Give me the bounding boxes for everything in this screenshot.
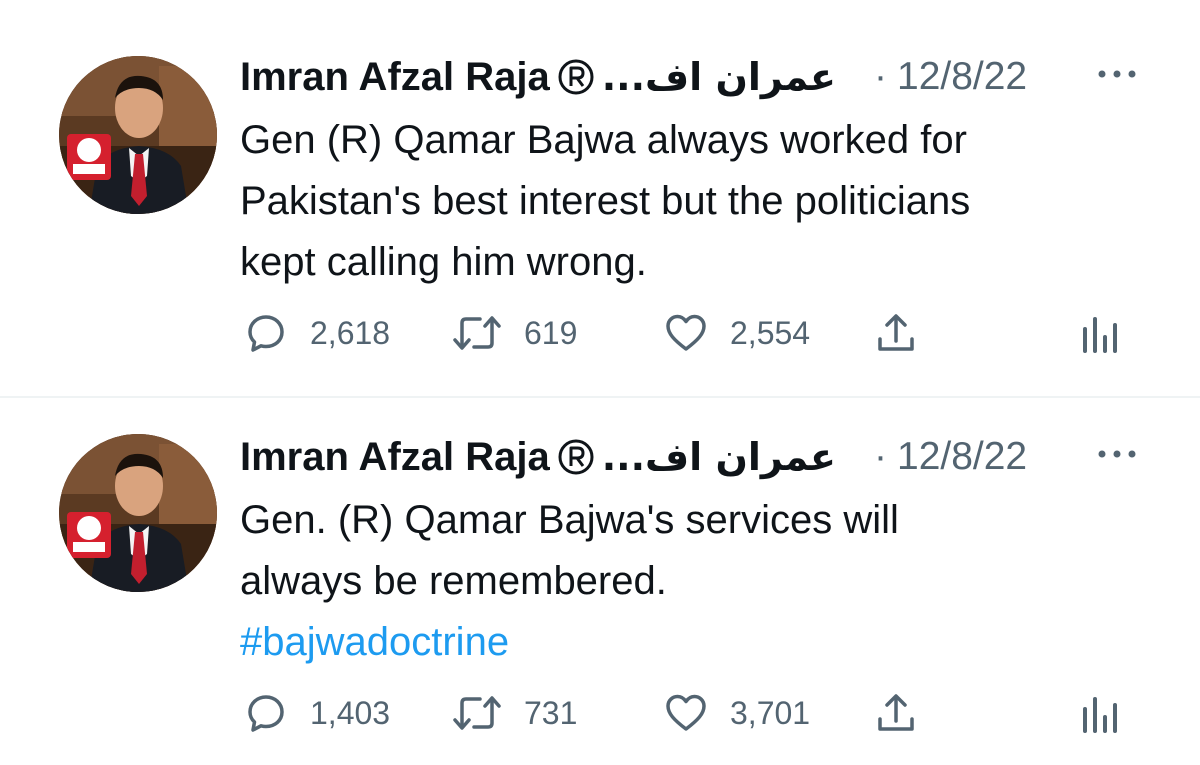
tweet-date[interactable]: · 12/8/22: [874, 432, 1027, 482]
avatar[interactable]: [59, 434, 217, 592]
action-bar: 2,618 619 2,554: [0, 310, 1200, 356]
analytics-icon: [1080, 311, 1120, 355]
tweet-text-line: Gen. (R) Qamar Bajwa's services will: [240, 498, 899, 542]
action-bar: 1,403 731 3,701: [0, 690, 1200, 736]
tweet-text-line: Gen (R) Qamar Bajwa always worked for: [240, 118, 967, 162]
analytics-button[interactable]: [1080, 310, 1120, 356]
reply-icon: [244, 691, 288, 735]
tweet-text-line: Pakistan's best interest but the politic…: [240, 179, 971, 223]
reply-button[interactable]: 1,403: [244, 690, 390, 736]
tweet[interactable]: Imran Afzal Raja عمران اف... · 12/8/22 G…: [0, 0, 1200, 396]
tweet[interactable]: Imran Afzal Raja عمران اف... · 12/8/22 G…: [0, 398, 1200, 765]
author-name[interactable]: Imran Afzal Raja: [240, 55, 550, 100]
author-urdu-name[interactable]: عمران اف...: [602, 435, 836, 479]
heart-icon: [664, 691, 708, 735]
heart-icon: [664, 311, 708, 355]
reply-button[interactable]: 2,618: [244, 310, 390, 356]
like-button[interactable]: 2,554: [664, 310, 810, 356]
analytics-icon: [1080, 691, 1120, 735]
tweet-text: Gen (R) Qamar Bajwa always worked for Pa…: [240, 110, 1170, 293]
tweet-text-line: kept calling him wrong.: [240, 240, 647, 284]
share-icon: [874, 311, 918, 355]
more-icon[interactable]: [1094, 62, 1140, 86]
tweet-header: Imran Afzal Raja عمران اف...: [240, 432, 836, 482]
author-urdu-name[interactable]: عمران اف...: [602, 55, 836, 99]
author-name[interactable]: Imran Afzal Raja: [240, 435, 550, 480]
retweet-icon: [452, 691, 502, 735]
date-text[interactable]: 12/8/22: [897, 55, 1027, 99]
tweet-header: Imran Afzal Raja عمران اف...: [240, 52, 836, 102]
more-icon[interactable]: [1094, 442, 1140, 466]
tweet-text-line: always be remembered.: [240, 559, 667, 603]
reply-count: 2,618: [310, 314, 391, 351]
share-button[interactable]: [874, 690, 918, 736]
retweet-button[interactable]: 619: [452, 310, 577, 356]
reply-count: 1,403: [310, 694, 391, 731]
share-icon: [874, 691, 918, 735]
retweet-count: 731: [524, 694, 578, 731]
date-text[interactable]: 12/8/22: [897, 435, 1027, 479]
retweet-count: 619: [524, 314, 578, 351]
separator-dot: ·: [874, 55, 887, 98]
avatar[interactable]: [59, 56, 217, 214]
reply-icon: [244, 311, 288, 355]
analytics-button[interactable]: [1080, 690, 1120, 736]
like-count: 3,701: [730, 694, 811, 731]
like-button[interactable]: 3,701: [664, 690, 810, 736]
retweet-button[interactable]: 731: [452, 690, 577, 736]
separator-dot: ·: [874, 435, 887, 478]
share-button[interactable]: [874, 310, 918, 356]
registered-badge-icon: [558, 59, 594, 95]
tweet-text: Gen. (R) Qamar Bajwa's services will alw…: [240, 490, 1170, 673]
like-count: 2,554: [730, 314, 811, 351]
retweet-icon: [452, 311, 502, 355]
registered-badge-icon: [558, 439, 594, 475]
hashtag-link[interactable]: #bajwadoctrine: [240, 612, 1170, 673]
tweet-date[interactable]: · 12/8/22: [874, 52, 1027, 102]
